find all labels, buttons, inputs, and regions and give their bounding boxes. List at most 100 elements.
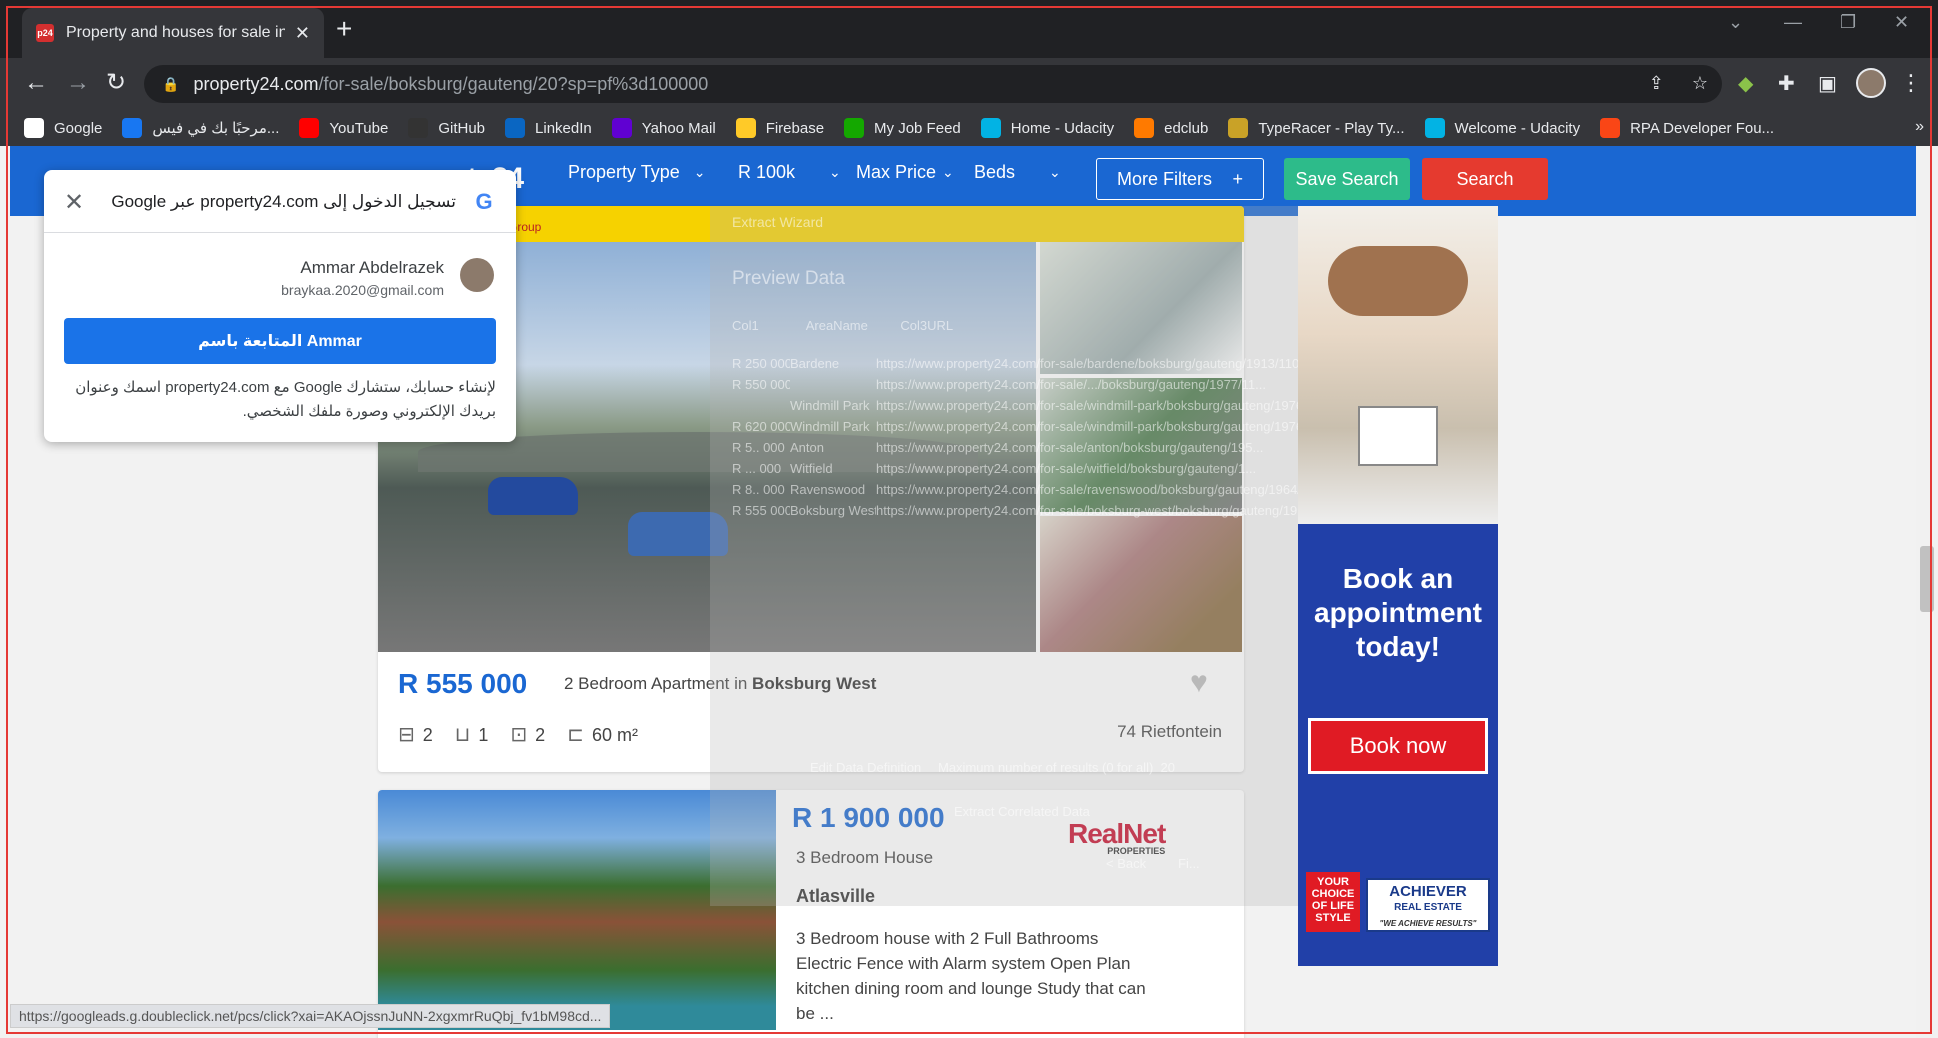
udacity-icon bbox=[1424, 118, 1445, 138]
forward-icon[interactable]: → bbox=[66, 70, 90, 96]
more-bookmarks-icon[interactable]: » bbox=[1915, 118, 1924, 136]
beds-dropdown[interactable]: Beds ⌄ bbox=[974, 162, 1061, 183]
toolbar: ← → ↻ 🔒 property24.com/for-sale/boksburg… bbox=[0, 58, 1938, 110]
wizard-finish-button[interactable]: Fi... bbox=[1178, 856, 1200, 871]
wizard-row: R 620 000Windmill Park https://www.proper… bbox=[732, 419, 1343, 434]
floor-size-icon: ⊏ bbox=[567, 724, 584, 746]
bookmark-item[interactable]: LinkedIn bbox=[505, 118, 592, 138]
address-bar[interactable]: 🔒 property24.com/for-sale/boksburg/gaute… bbox=[144, 65, 1722, 103]
search-button[interactable]: Search bbox=[1422, 158, 1548, 200]
firebase-icon bbox=[735, 118, 756, 138]
wizard-row: R 250 000Bardene https://www.property24.c… bbox=[732, 356, 1343, 371]
book-now-button[interactable]: Book now bbox=[1308, 718, 1488, 774]
facebook-icon bbox=[122, 118, 143, 138]
min-price-dropdown[interactable]: R 100k ⌄ bbox=[738, 162, 841, 183]
bookmark-label: Firebase bbox=[765, 119, 825, 137]
wizard-heading: Preview Data bbox=[732, 268, 845, 289]
extract-correlated-button[interactable]: Extract Correlated Data bbox=[954, 804, 1090, 819]
bookmark-label: RPA Developer Fou... bbox=[1630, 119, 1775, 137]
ad-headline: Book an appointment today! bbox=[1314, 563, 1482, 662]
bookmark-item[interactable]: GitHub bbox=[408, 118, 485, 138]
github-icon bbox=[408, 118, 429, 138]
listing-features: ⊟ 2 ⊔ 1 ⊡ 2 ⊏ 60 m² bbox=[398, 724, 638, 746]
restore-icon[interactable]: ❐ bbox=[1840, 12, 1856, 33]
url-text: property24.com/for-sale/boksburg/gauteng… bbox=[193, 73, 709, 94]
bookmark-item[interactable]: Firebase bbox=[735, 118, 825, 138]
bookmark-item[interactable]: TypeRacer - Play Ty... bbox=[1228, 118, 1405, 138]
close-icon[interactable]: ✕ bbox=[64, 188, 84, 217]
google-icon bbox=[24, 118, 44, 138]
tab-search-icon[interactable]: ⌄ bbox=[1728, 12, 1743, 33]
side-panel-icon[interactable]: ▣ bbox=[1818, 71, 1837, 96]
google-signin-popup: ✕ تسجيل الدخول إلى property24.com عبر Go… bbox=[44, 170, 516, 442]
consent-note: لإنشاء حسابك، ستشارك Google مع property2… bbox=[75, 379, 496, 420]
ad-badge: YOUR CHOICE OF LIFE STYLE bbox=[1306, 872, 1360, 932]
save-search-button[interactable]: Save Search bbox=[1284, 158, 1410, 200]
wizard-row: R 5.. 000 Anton https://www.property24.com… bbox=[732, 440, 1264, 455]
scrollbar[interactable] bbox=[1916, 146, 1938, 1038]
account-name[interactable]: Ammar Abdelrazek bbox=[300, 258, 444, 278]
menu-icon[interactable]: ⋮ bbox=[1900, 70, 1922, 96]
bookmark-item[interactable]: RPA Developer Fou... bbox=[1600, 118, 1774, 138]
profile-avatar[interactable] bbox=[1856, 68, 1886, 98]
bookmark-label: Yahoo Mail bbox=[641, 119, 716, 137]
new-tab-button[interactable]: + bbox=[336, 14, 352, 44]
bookmark-item[interactable]: Yahoo Mail bbox=[611, 118, 716, 138]
bed-icon: ⊟ bbox=[398, 724, 415, 746]
wizard-columns: Col1 AreaName Col3URL bbox=[732, 318, 954, 333]
bookmark-item[interactable]: YouTube bbox=[299, 118, 388, 138]
plus-icon: + bbox=[1232, 168, 1243, 189]
bookmark-label: LinkedIn bbox=[535, 119, 592, 137]
bookmark-item[interactable]: edclub bbox=[1134, 118, 1208, 138]
bath-icon: ⊔ bbox=[454, 724, 471, 746]
close-window-icon[interactable]: ✕ bbox=[1894, 12, 1909, 33]
advertisement[interactable]: Book an appointment today! Book now YOUR… bbox=[1298, 206, 1498, 966]
bookmark-label: My Job Feed bbox=[874, 119, 961, 137]
tab-strip: p24 Property and houses for sale in B ✕ … bbox=[0, 0, 1938, 58]
wizard-row: R ... 000 Witfield https://www.property24.… bbox=[732, 461, 1257, 476]
wizard-row: R 8.. 000 Ravenswood https://www.property2… bbox=[732, 482, 1342, 497]
popup-title: تسجيل الدخول إلى property24.com عبر Goog… bbox=[111, 192, 456, 211]
garage-icon: ⊡ bbox=[510, 724, 528, 746]
continue-as-button[interactable]: المتابعة باسم Ammar bbox=[64, 318, 496, 364]
max-results-label: Maximum number of results (0 for all) 20 bbox=[938, 760, 1175, 775]
back-icon[interactable]: ← bbox=[24, 70, 48, 96]
bookmark-label: Home - Udacity bbox=[1010, 119, 1115, 137]
more-filters-button[interactable]: More Filters + bbox=[1096, 158, 1264, 200]
scrollbar-thumb[interactable] bbox=[1920, 546, 1934, 612]
edclub-icon bbox=[1134, 118, 1155, 138]
wizard-title: Extract Wizard bbox=[732, 214, 824, 230]
bookmark-label: GitHub bbox=[438, 119, 486, 137]
browser-tab[interactable]: p24 Property and houses for sale in B ✕ bbox=[22, 8, 324, 58]
property-type-dropdown[interactable]: Property Type ⌄ bbox=[568, 162, 705, 183]
wizard-row: R 555 000Boksburg Westhttps://www.proper… bbox=[732, 503, 1343, 518]
minimize-icon[interactable]: — bbox=[1784, 12, 1802, 33]
uipath-icon bbox=[1600, 118, 1621, 138]
wizard-back-button[interactable]: < Back bbox=[1106, 856, 1146, 871]
edit-data-definition-button[interactable]: Edit Data Definition bbox=[810, 760, 921, 775]
bookmark-star-icon[interactable]: ☆ bbox=[1692, 73, 1708, 94]
account-email: braykaa.2020@gmail.com bbox=[281, 282, 444, 298]
extensions-puzzle-icon[interactable]: ✚ bbox=[1778, 71, 1795, 96]
close-tab-icon[interactable]: ✕ bbox=[295, 23, 310, 44]
typeracer-icon bbox=[1228, 118, 1249, 138]
listing-price[interactable]: R 555 000 bbox=[398, 668, 527, 700]
google-logo-icon: G bbox=[475, 189, 493, 214]
bookmark-item[interactable]: Welcome - Udacity bbox=[1424, 118, 1581, 138]
bookmark-item[interactable]: مرحبًا بك في فيس... bbox=[122, 118, 279, 138]
extension-icon[interactable]: ◆ bbox=[1738, 71, 1753, 96]
share-icon[interactable]: ⇪ bbox=[1649, 73, 1664, 94]
yahoo-icon bbox=[611, 118, 632, 138]
udacity-icon bbox=[980, 118, 1001, 138]
ad-image bbox=[1298, 206, 1498, 524]
listing-description: 3 Bedroom house with 2 Full Bathrooms El… bbox=[796, 929, 1146, 1023]
bookmark-item[interactable]: Google bbox=[24, 118, 102, 138]
reload-icon[interactable]: ↻ bbox=[106, 70, 126, 96]
bookmark-item[interactable]: Home - Udacity bbox=[980, 118, 1115, 138]
bookmarks-bar: Google مرحبًا بك في فيس... YouTube GitHub Li… bbox=[0, 110, 1938, 146]
max-price-dropdown[interactable]: Max Price ⌄ bbox=[856, 162, 954, 183]
status-bar-url: https://googleads.g.doubleclick.net/pcs/… bbox=[10, 1004, 611, 1028]
lock-icon[interactable]: 🔒 bbox=[162, 76, 179, 93]
bookmark-item[interactable]: My Job Feed bbox=[844, 118, 961, 138]
bookmark-label: Welcome - Udacity bbox=[1454, 119, 1581, 137]
